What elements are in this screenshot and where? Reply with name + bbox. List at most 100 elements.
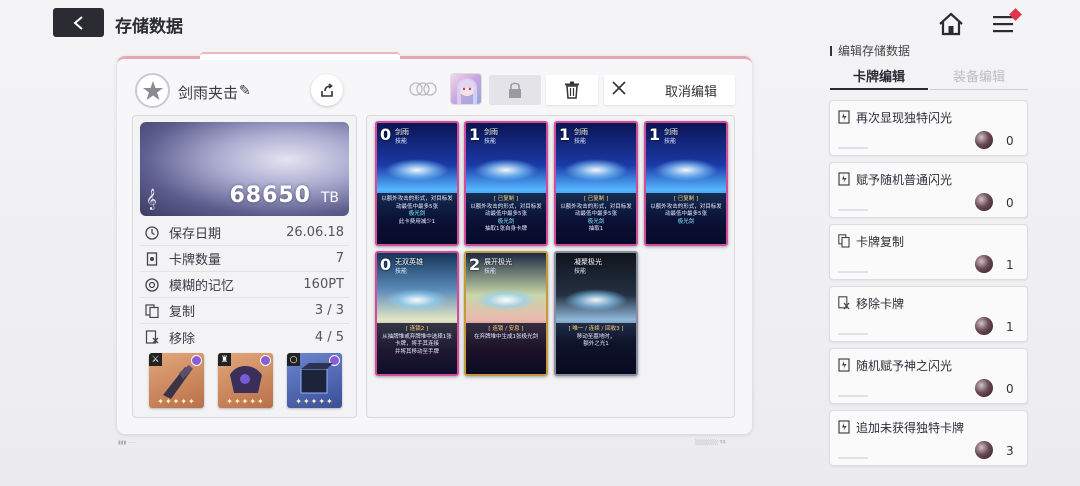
card-tag: [ 唯一 / 连续 / 回收3 ] [568,326,624,333]
deck-card[interactable]: 1 剑雨 技能[ 已复制 ] 以额外攻击的形式，对目标发动最低中最多5张 极光剑 抽取1张… [464,121,548,246]
deck-card[interactable]: 0 无双英雄 技能[ 连锁2 ] 从抽牌堆或弃牌堆中选择1张卡牌，将手其连接 并将其移动… [375,251,459,376]
edit-option-count: 1 [1006,258,1014,272]
card-text: 以额外攻击的形式，对目标发动最低中最多5张 [560,203,632,218]
card-footer: 抽取1 [588,226,604,233]
stat-row-copy: 复制 3 / 3 [140,298,349,324]
stat-row-memory: 模糊的记忆 160PT [140,272,349,298]
card-description: [ 已复制 ] 以额外攻击的形式，对目标发动最低中最多5张 极光剑 抽取1 [556,193,636,244]
card-type: 技能 [484,268,497,275]
edit-option-count: 1 [1006,320,1014,334]
trash-icon [565,81,579,99]
card-highlight: 极光剑 [408,211,426,218]
deck-banner: 𝄞 68650 TB [140,122,349,216]
card-text: 以额外攻击的形式，对目标发动最低中最多5张 [381,196,453,210]
card-footer: 抽取1张自身卡牌 [485,226,527,233]
card-art [385,159,449,182]
deck-card[interactable]: 1 剑雨 技能[ 已复制 ] 以额外攻击的形式，对目标发动最低中最多5张 极光剑 [644,121,728,246]
back-button[interactable] [53,8,104,37]
rings-decoration-icon [409,82,437,96]
equipment-armor[interactable]: ♜ ✦✦✦✦✦ [218,353,273,408]
stat-row-card-count: 卡牌数量 7 [140,246,349,272]
home-icon[interactable] [938,12,964,36]
card-description: [ 连锁2 ] 从抽牌堆或弃牌堆中选择1张卡牌，将手其连接 并将其移动至手牌 [377,323,457,374]
lock-button[interactable] [489,75,541,105]
card-footer: 额外之光1 [583,341,609,348]
card-description: [ 已复制 ] 以额外攻击的形式，对目标发动最低中最多5张 极光剑 [646,193,726,244]
edit-option-count: 0 [1006,382,1014,396]
card-tag: [ 连锁2 ] [405,326,429,333]
edit-option-count: 0 [1006,196,1014,210]
rarity-stars: ✦✦✦✦✦ [157,397,196,406]
character-portrait[interactable] [450,73,482,105]
card-description: [ 已复制 ] 以额外攻击的形式，对目标发动最低中最多5张 极光剑 抽取1张自身卡牌 [466,193,546,244]
cancel-edit-label: 取消编辑 [665,84,718,100]
edit-option[interactable]: 随机赋予神之闪光 0 [829,348,1028,404]
rarity-stars: ✦✦✦✦✦ [226,397,265,406]
card-art [385,289,449,312]
card-tag: [ 已复制 ] [493,196,519,203]
card-cost: 2 [469,255,481,274]
currency-orb-icon [975,193,993,211]
equipment-accessory[interactable]: ○ ✦✦✦✦✦ [287,353,342,408]
edit-option-label: 再次显现独特闪光 [856,111,953,125]
flash-card-icon [838,171,850,186]
deck-card[interactable]: 凝聚极光 技能[ 唯一 / 连续 / 回收3 ] 移动至墓地时， 额外之光1 [554,251,638,376]
option-decoration [838,395,868,397]
share-button[interactable] [311,74,343,106]
edit-option[interactable]: 再次显现独特闪光 0 [829,100,1028,156]
tb-value: 68650 [229,183,311,208]
flash-card-icon [838,419,850,434]
edit-option[interactable]: 卡牌复制 1 [829,224,1028,280]
stat-label: 复制 [169,305,196,320]
card-tag: [ 已复制 ] [673,196,699,203]
flash-card-icon [838,109,850,124]
card-type: 技能 [484,138,497,145]
delete-button[interactable] [546,75,598,105]
remove-icon [144,329,160,345]
stat-row-remove: 移除 4 / 5 [140,324,349,350]
deck-emblem-icon [135,73,170,108]
card-art [564,289,628,312]
stat-value: 3 / 3 [314,303,344,318]
currency-orb-icon [975,131,993,149]
card-description: [ 连锁 / 安息 ] 在弃牌堆中生成1张极光剑 [466,323,546,374]
deck-card[interactable]: 2 展开极光 技能[ 连锁 / 安息 ] 在弃牌堆中生成1张极光剑 [464,251,548,376]
cancel-edit-button[interactable]: 取消编辑 [604,75,735,105]
edit-option-label: 移除卡牌 [856,297,905,311]
edit-option[interactable]: 移除卡牌 1 [829,286,1028,342]
close-icon [611,80,631,100]
tab-card-edit[interactable]: 卡牌编辑 [830,66,928,90]
card-cost: 1 [649,125,661,144]
stat-value: 160PT [303,277,344,292]
edit-name-pencil-icon[interactable]: ✎ [239,83,251,99]
share-icon [321,83,333,97]
card-footer: 并将其移动至手牌 [394,348,439,355]
side-panel-title: 编辑存储数据 [830,42,910,59]
deck-card[interactable]: 0 剑雨 技能 以额外攻击的形式，对目标发动最低中最多5张 极光剑 此卡费用减少1 [375,121,459,246]
equipment-weapon[interactable]: ⚔ ✦✦✦✦✦ [149,353,204,408]
edit-option-label: 赋予随机普通闪光 [856,173,953,187]
option-decoration [838,147,868,149]
edit-option-label: 追加未获得独特卡牌 [856,421,965,435]
option-decoration [838,333,868,335]
edit-option-label: 随机赋予神之闪光 [856,359,953,373]
copy-card-icon [838,233,850,248]
footer-decoration: ▮▮▮ ····· [118,440,136,446]
edit-option[interactable]: 追加未获得独特卡牌 3 [829,410,1028,466]
footer-decoration-right: ░░░░░░ ꟼꟼ [695,440,726,446]
card-text: 从抽牌堆或弃牌堆中选择1张卡牌，将手其连接 [382,333,452,348]
currency-orb-icon [975,255,993,273]
card-art [474,159,538,182]
panel-tab-decoration [200,52,400,60]
card-type: 技能 [574,268,587,275]
stat-value: 7 [335,251,344,266]
currency-orb-icon [975,379,993,397]
card-cost: 1 [469,125,481,144]
edit-option[interactable]: 赋予随机普通闪光 0 [829,162,1028,218]
deck-card[interactable]: 1 剑雨 技能[ 已复制 ] 以额外攻击的形式，对目标发动最低中最多5张 极光剑 抽取1 [554,121,638,246]
tab-equip-edit[interactable]: 装备编辑 [930,66,1028,90]
rarity-stars: ✦✦✦✦✦ [295,397,334,406]
lock-icon [509,82,521,98]
card-text: 在弃牌堆中生成1张极光剑 [473,333,538,340]
edit-option-count: 0 [1006,134,1014,148]
